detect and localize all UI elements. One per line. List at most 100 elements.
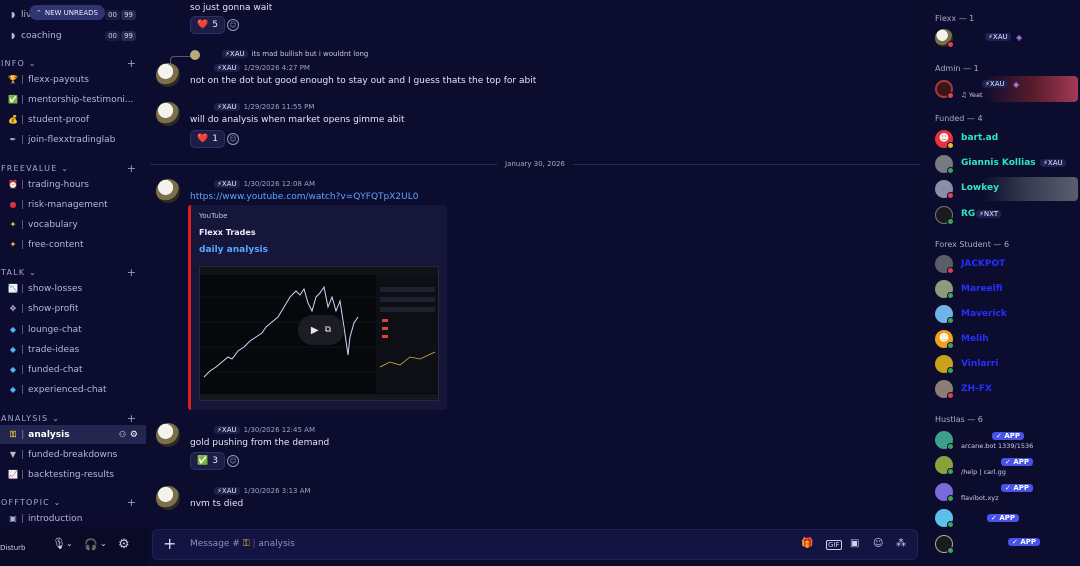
member-name[interactable]: bart.ad xyxy=(961,133,998,143)
channel-experienced-chat[interactable]: ◆ | experienced-chat xyxy=(0,380,146,399)
member-name[interactable]: Giannis Kollias xyxy=(961,158,1036,168)
gear-icon[interactable]: ⚙ xyxy=(130,430,138,440)
channel-free-content[interactable]: ✦ | free-content xyxy=(0,235,146,254)
add-reaction-icon[interactable]: ☺ xyxy=(227,455,239,467)
category-analysis[interactable]: ANALYSIS ⌄ + xyxy=(1,412,141,425)
channel-join-flexxtradinglab[interactable]: ✒ | join-flexxtradinglab xyxy=(0,130,146,149)
reaction-heart[interactable]: ❤️ 5 xyxy=(190,16,225,34)
sticker-icon[interactable]: ▣ xyxy=(850,538,859,549)
channel-trading-hours[interactable]: ⏰ | trading-hours xyxy=(0,175,146,194)
message-input[interactable]: Message # ⚿ | analysis xyxy=(190,539,295,549)
moneybag-icon: 💰 xyxy=(8,115,18,124)
add-channel-icon[interactable]: + xyxy=(127,57,136,70)
message-header: ⚡XAU 1/29/2026 4:27 PM xyxy=(214,64,310,72)
channel-funded-chat[interactable]: ◆ | funded-chat xyxy=(0,360,146,379)
message-header: ⚡XAU 1/30/2026 3:13 AM xyxy=(214,487,311,495)
emoji-icon[interactable]: ☺ xyxy=(873,538,883,549)
add-channel-icon[interactable]: + xyxy=(127,266,136,279)
member-name[interactable]: Mareelfi xyxy=(961,284,1002,294)
trophy-icon: 🏆 xyxy=(8,75,18,84)
xau-tag: ⚡XAU xyxy=(985,33,1011,41)
add-reaction-icon[interactable]: ☺ xyxy=(227,133,239,145)
member-group-hustlas: Hustlas — 6 xyxy=(935,415,983,424)
channel-lounge-chat[interactable]: ◆ | lounge-chat xyxy=(0,320,146,339)
timestamp: 1/30/2026 12:45 AM xyxy=(243,426,315,434)
category-info[interactable]: INFO ⌄ + xyxy=(1,57,141,70)
app-badge: ✓ APP xyxy=(1001,484,1033,492)
embed-provider[interactable]: YouTube xyxy=(199,212,227,220)
message-text: so just gonna wait xyxy=(190,3,273,13)
chevron-down-icon[interactable]: ⌄ xyxy=(66,539,73,548)
new-unreads-badge[interactable]: ⌃ NEW UNREADS xyxy=(29,5,105,20)
reaction-heart[interactable]: ❤️ 1 xyxy=(190,130,225,148)
xau-tag: ⚡XAU xyxy=(214,64,240,72)
member-name[interactable]: Vinlarri xyxy=(961,359,998,369)
gear-icon[interactable]: ⚙ xyxy=(118,537,130,552)
avatar[interactable] xyxy=(156,102,180,126)
category-offtopic[interactable]: OFFTOPIC ⌄ + xyxy=(1,496,141,509)
headphones-icon[interactable]: 🎧 xyxy=(84,538,98,551)
channel-show-profit[interactable]: ✥ | show-profit xyxy=(0,299,146,318)
member-name[interactable]: Lowkey xyxy=(961,183,999,193)
xau-tag: ⚡XAU xyxy=(214,487,240,495)
channel-risk-management[interactable]: ● | risk-management xyxy=(0,195,146,214)
add-channel-icon[interactable]: + xyxy=(127,496,136,509)
category-talk[interactable]: TALK ⌄ + xyxy=(1,266,141,279)
channel-flexx-payouts[interactable]: 🏆 | flexx-payouts xyxy=(0,70,146,89)
key-icon: ⚿ xyxy=(9,429,17,439)
channel-backtesting-results[interactable]: 📈 | backtesting-results xyxy=(0,465,146,484)
reply-preview[interactable]: ⚡XAU its mad bullish but i wouldnt long xyxy=(222,50,368,58)
member-name[interactable]: JACKPOT xyxy=(961,259,1005,269)
message-text: nvm ts died xyxy=(190,499,244,509)
gem-icon: ◆ xyxy=(9,385,17,394)
speaker-icon: ◗ xyxy=(10,31,16,40)
member-name[interactable]: RG xyxy=(961,209,975,219)
chevron-down-icon[interactable]: ⌄ xyxy=(100,539,107,548)
attach-plus-icon[interactable]: + xyxy=(163,534,176,553)
chart-icon: 📉 xyxy=(8,284,18,293)
avatar[interactable] xyxy=(156,423,180,447)
video-thumbnail[interactable]: ▶ ⧉ xyxy=(199,266,439,401)
member-name[interactable]: ZH-FX xyxy=(961,384,992,394)
avatar[interactable] xyxy=(156,179,180,203)
gif-icon[interactable]: GIF xyxy=(826,540,842,550)
channel-funded-breakdowns[interactable]: ▼ | funded-breakdowns xyxy=(0,445,146,464)
channel-student-proof[interactable]: 💰 | student-proof xyxy=(0,110,146,129)
add-member-icon[interactable]: ⚇ xyxy=(119,430,126,439)
add-channel-icon[interactable]: + xyxy=(127,412,136,425)
voice-limit: 99 xyxy=(121,31,136,41)
play-button[interactable]: ▶ ⧉ xyxy=(298,315,344,345)
microphone-icon[interactable]: 🎙 xyxy=(52,537,66,550)
channel-mentorship-testimonials[interactable]: ✅ | mentorship-testimoni... xyxy=(0,90,146,109)
channel-show-losses[interactable]: 📉 | show-losses xyxy=(0,279,146,298)
voice-limit: 99 xyxy=(121,10,136,20)
embed-author[interactable]: Flexx Trades xyxy=(199,228,256,237)
embed-title[interactable]: daily analysis xyxy=(199,245,268,255)
add-reaction-icon[interactable]: ☺ xyxy=(227,19,239,31)
play-icon: ▶ xyxy=(310,324,319,336)
reaction-check[interactable]: ✅ 3 xyxy=(190,452,225,470)
online-status-icon xyxy=(947,317,954,324)
channel-analysis[interactable]: ⚿ | analysis ⚇ ⚙ xyxy=(0,425,146,444)
xau-tag: ⚡XAU xyxy=(222,50,248,58)
member-name[interactable]: Melih xyxy=(961,334,989,344)
category-freevalue[interactable]: FREEVALUE ⌄ + xyxy=(1,162,141,175)
avatar[interactable] xyxy=(156,63,180,87)
channel-vocabulary[interactable]: ✦ | vocabulary xyxy=(0,215,146,234)
channel-introduction[interactable]: ▣ | introduction xyxy=(0,509,146,528)
youtube-link[interactable]: https://www.youtube.com/watch?v=QYFQTpX2… xyxy=(190,192,419,202)
member-list: Flexx — 1 ⚡XAU ◈ Admin — 1 ⚡XAU ◈ ♫ Yeat… xyxy=(922,0,1080,566)
message-list: so just gonna wait ❤️ 5 ☺ ⚡XAU its mad bu… xyxy=(150,0,920,528)
member-name[interactable]: Maverick xyxy=(961,309,1007,319)
gift-icon[interactable]: 🎁 xyxy=(801,538,813,549)
app-badge: ✓ APP xyxy=(1008,538,1040,546)
channel-trade-ideas[interactable]: ◆ | trade-ideas xyxy=(0,340,146,359)
app-badge: ✓ APP xyxy=(1001,458,1033,466)
timestamp: 1/30/2026 3:13 AM xyxy=(243,487,311,495)
reply-spine xyxy=(170,56,190,64)
alarm-icon: ⏰ xyxy=(8,180,18,189)
apps-icon[interactable]: ⁂ xyxy=(896,538,906,549)
channel-sidebar: ◗ live ⌃ NEW UNREADS 00 99 ◗ coaching 00… xyxy=(0,0,148,566)
add-channel-icon[interactable]: + xyxy=(127,162,136,175)
avatar[interactable] xyxy=(156,486,180,510)
